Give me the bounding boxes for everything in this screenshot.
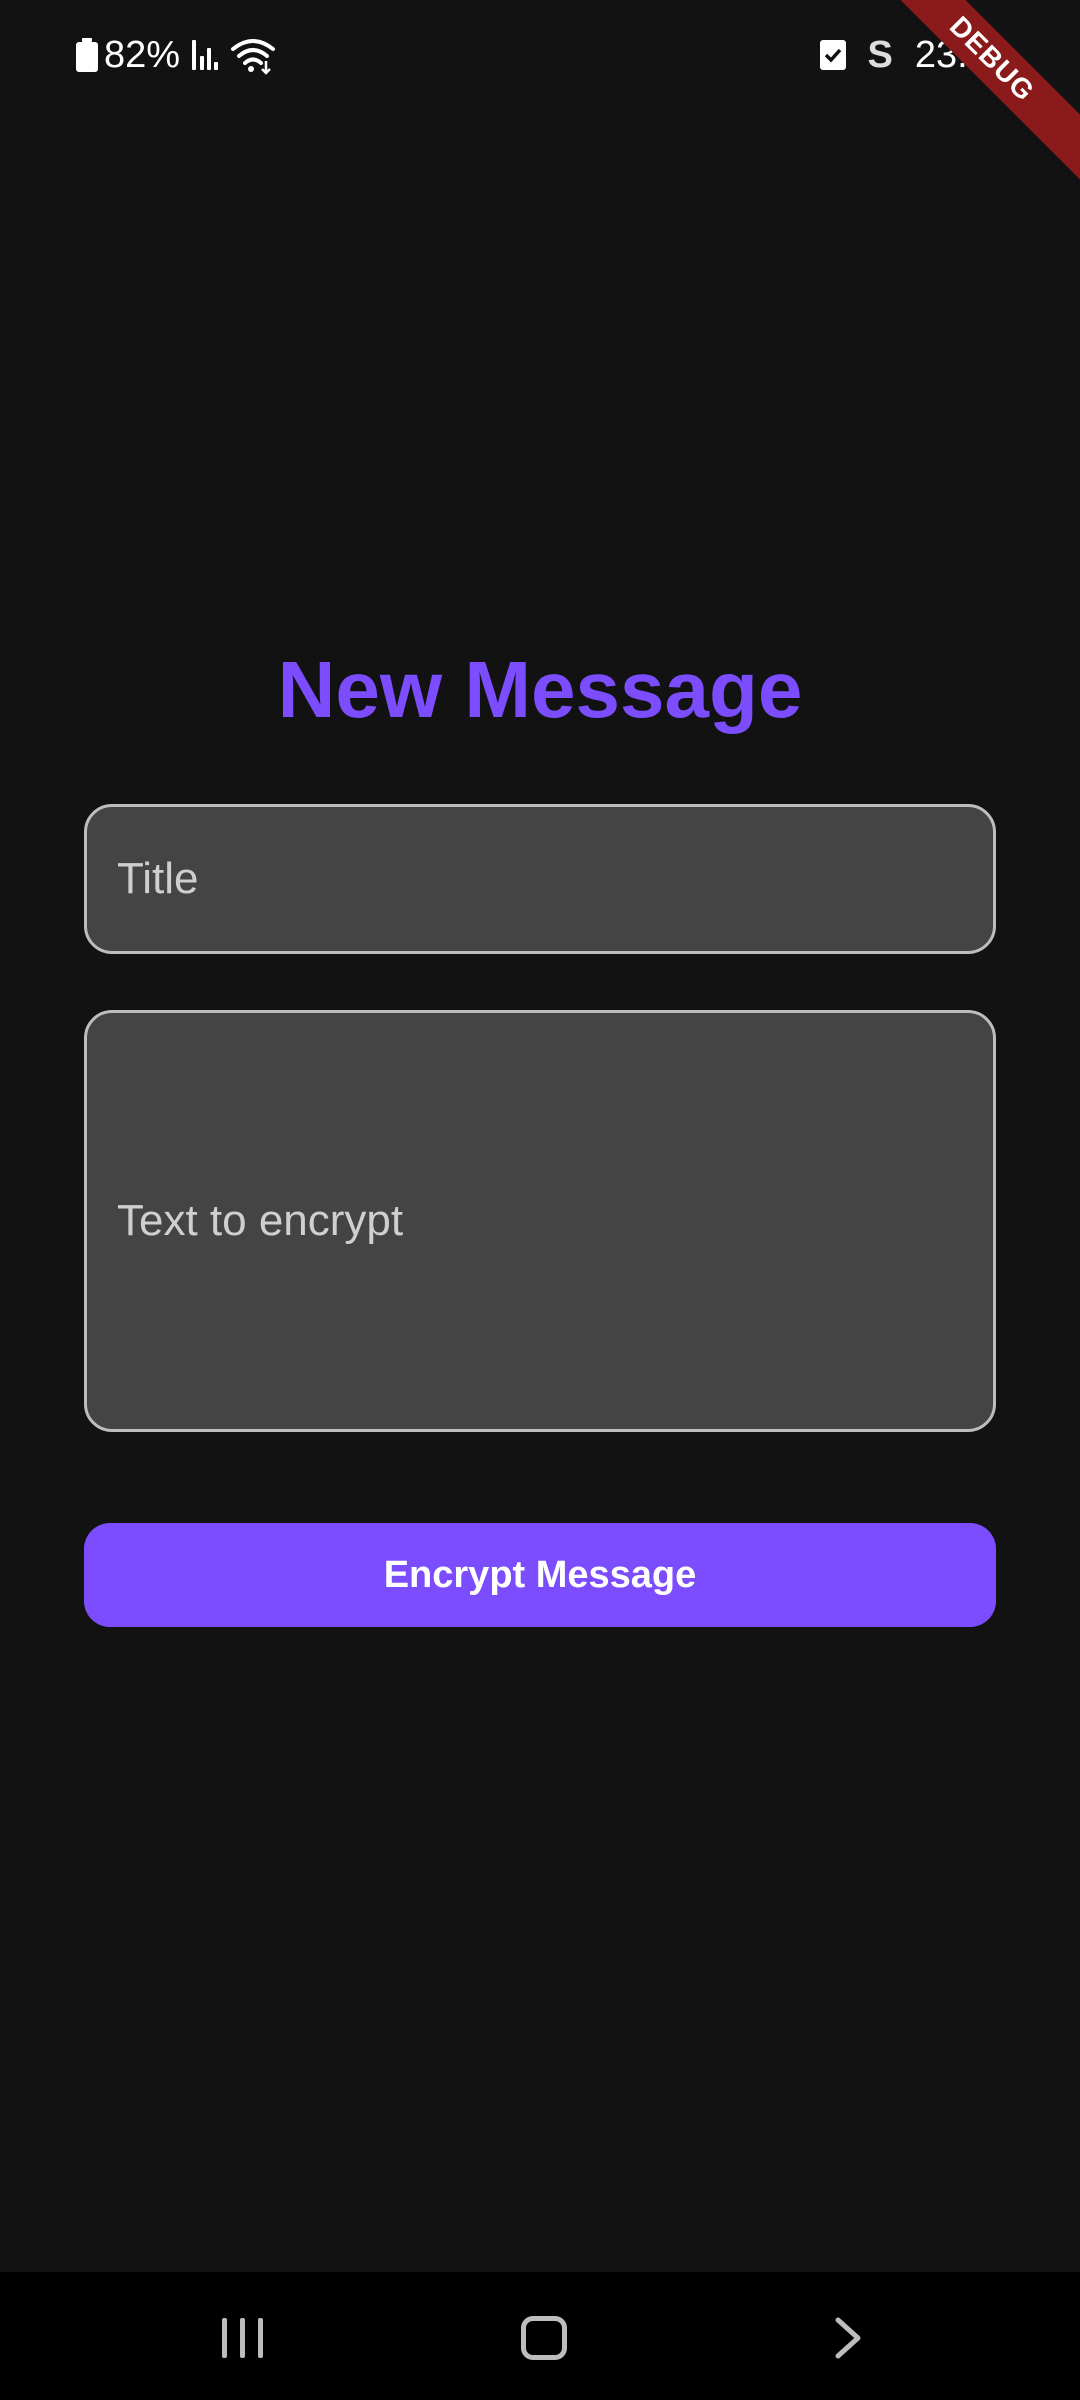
check-icon xyxy=(819,40,846,70)
message-input[interactable]: Text to encrypt xyxy=(84,1010,996,1432)
battery-icon xyxy=(76,38,98,72)
wifi-icon xyxy=(231,39,276,75)
message-placeholder: Text to encrypt xyxy=(117,1196,404,1245)
page-title: New Message xyxy=(277,645,803,734)
s-icon: S xyxy=(867,34,893,76)
encrypt-message-button[interactable]: Encrypt Message xyxy=(84,1523,996,1627)
new-message-screen: 82% S 23:39 DEBUG New Message xyxy=(0,0,1080,2400)
title-placeholder: Title xyxy=(117,854,199,903)
signal-icon xyxy=(192,40,222,70)
battery-percent: 82% xyxy=(104,34,181,76)
back-icon[interactable] xyxy=(830,2316,866,2360)
home-icon[interactable] xyxy=(521,2316,567,2360)
recents-icon[interactable] xyxy=(222,2318,264,2358)
navigation-bar xyxy=(0,2272,1080,2400)
status-left: 82% xyxy=(76,30,276,80)
title-input[interactable]: Title xyxy=(84,804,996,954)
